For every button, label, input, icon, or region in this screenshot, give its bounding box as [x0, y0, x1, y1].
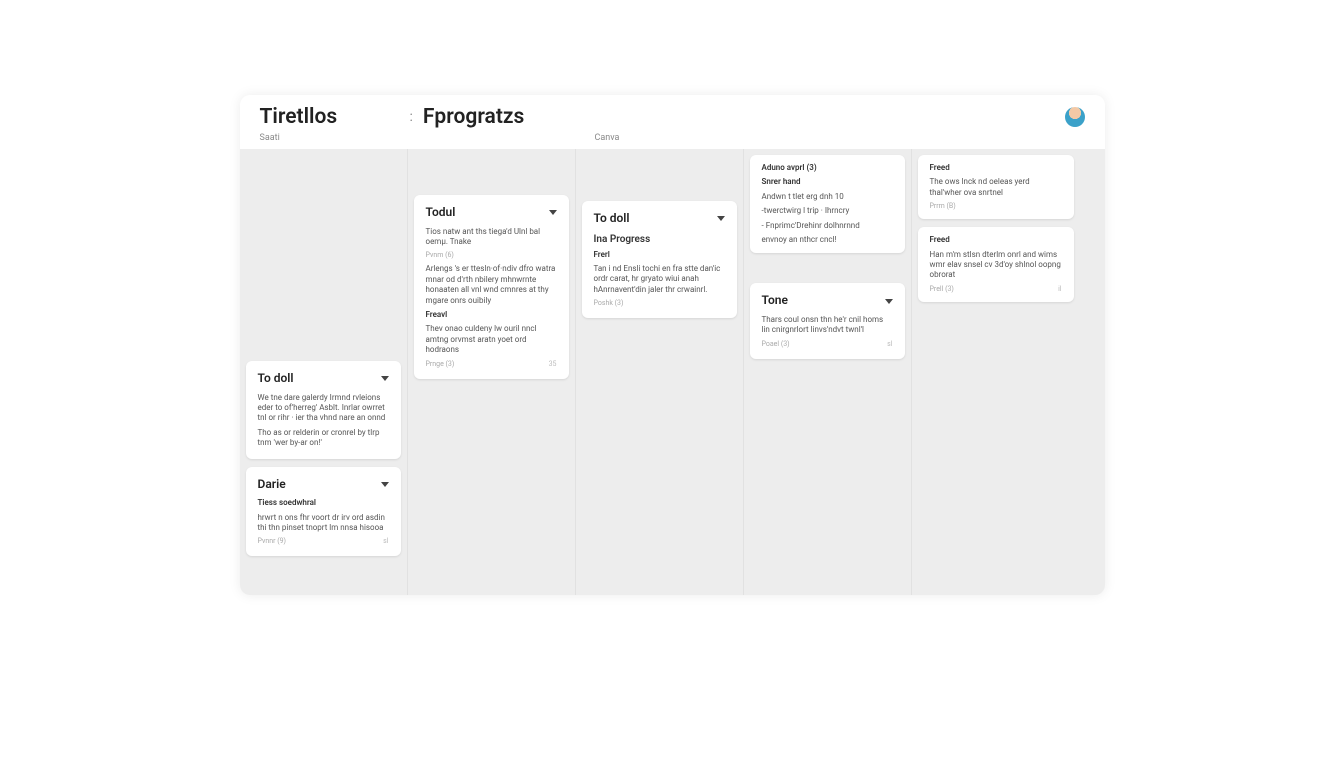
spacer	[582, 155, 737, 193]
card-mini: sl	[383, 537, 388, 546]
card-meta: Poshk (3)	[594, 299, 725, 308]
card[interactable]: Freed Han m'm stlsn dterlm onrl and wims…	[918, 227, 1074, 302]
card-text: We tne dare galerdy Irmnd rvleions eder …	[258, 393, 389, 424]
column: Aduno avprl (3) Snrer hand Andwn t tlet …	[744, 149, 912, 595]
card-title: Todul	[426, 205, 456, 221]
card-header: Tone	[762, 293, 893, 309]
card[interactable]: Todul Tios natw ant ths tiega'd Ulnl bal…	[414, 195, 569, 379]
chevron-down-icon[interactable]	[381, 482, 389, 487]
card-text: Han m'm stlsn dterlm onrl and wims wmr e…	[930, 250, 1062, 281]
card-text: envnoy an nthcr cncl!	[762, 235, 893, 245]
card-mini: il	[1058, 285, 1061, 294]
chevron-down-icon[interactable]	[717, 216, 725, 221]
column: Todul Tios natw ant ths tiega'd Ulnl bal…	[408, 149, 576, 595]
header: Tiretllos : Fprogratzs	[240, 95, 1105, 133]
card-text: - Fnprimc'Drehinr dolhnrnnd	[762, 221, 893, 231]
subheader: Saati Canva	[240, 133, 1105, 149]
card-text: Tho as or relderin or cronrel by tlrp tn…	[258, 428, 389, 449]
card-header: Darie	[258, 477, 389, 493]
card[interactable]: Freed The ows lnck nd oeleas yerd thal'w…	[918, 155, 1074, 219]
card-text: Tios natw ant ths tiega'd Ulnl bal oemµ.…	[426, 227, 557, 248]
card-meta: Pvnnr (9)	[258, 537, 286, 546]
sub-right: Canva	[595, 133, 620, 143]
card-text: hrwrt n ons fhr voort dr irv ord asdin t…	[258, 513, 389, 534]
card-text: Arlengs 's er ttesln·of·ndiv dfro watra …	[426, 264, 557, 306]
card-header: Todul	[426, 205, 557, 221]
card-label: Frerl	[594, 250, 725, 260]
card-label: Freavl	[426, 310, 557, 320]
spacer	[246, 155, 401, 353]
spacer	[414, 155, 569, 187]
menu-dots-icon[interactable]: :	[410, 109, 413, 125]
card-meta: Prnge (3)	[426, 360, 455, 369]
card-mini: 35	[549, 360, 557, 369]
card-footer: Prnge (3) 35	[426, 360, 557, 369]
card-label: Freed	[930, 235, 1062, 245]
card-header: To doll	[594, 211, 725, 227]
title-left: Tiretllos	[260, 105, 410, 129]
card-text: -twerctwirg l trip · Ihrncry	[762, 206, 893, 216]
card-meta: Pvnm (6)	[426, 251, 557, 260]
card-title: To doll	[258, 371, 294, 387]
column: Freed The ows lnck nd oeleas yerd thal'w…	[912, 149, 1080, 595]
card-title: To doll	[594, 211, 630, 227]
card-text: Thev onao culdeny lw ouril nncl amtng or…	[426, 324, 557, 355]
card[interactable]: Tone Thars coul onsn thn he'r cnil homs …	[750, 283, 905, 358]
card-text: Andwn t tlet erg dnh 10	[762, 192, 893, 202]
column: To doll We tne dare galerdy Irmnd rvleio…	[240, 149, 408, 595]
card[interactable]: Darie Tiess soedwhral hrwrt n ons fhr vo…	[246, 467, 401, 557]
card-meta: Poael (3)	[762, 340, 790, 349]
column: To doll Ina Progress Frerl Tan i nd Ensl…	[576, 149, 744, 595]
card-meta: Prrm (B)	[930, 202, 1062, 211]
card-text: The ows lnck nd oeleas yerd thal'wher ov…	[930, 177, 1062, 198]
card[interactable]: To doll Ina Progress Frerl Tan i nd Ensl…	[582, 201, 737, 318]
card-title: Darie	[258, 477, 286, 493]
card-label: Snrer hand	[762, 177, 893, 187]
card-footer: Poael (3) sl	[762, 340, 893, 349]
chevron-down-icon[interactable]	[381, 376, 389, 381]
card-text: Tan i nd Ensli tochi en fra stte dan'ic …	[594, 264, 725, 295]
card-subtitle: Ina Progress	[594, 233, 725, 246]
chevron-down-icon[interactable]	[549, 210, 557, 215]
card-label: Aduno avprl (3)	[762, 163, 893, 173]
card-text: Thars coul onsn thn he'r cnil homs lin c…	[762, 315, 893, 336]
card-title: Tone	[762, 293, 788, 309]
kanban-board: Tiretllos : Fprogratzs Saati Canva To do…	[240, 95, 1105, 595]
card-header: To doll	[258, 371, 389, 387]
card-meta: Prell (3)	[930, 285, 954, 294]
card-footer: Prell (3) il	[930, 285, 1062, 294]
chevron-down-icon[interactable]	[885, 299, 893, 304]
card-label: Tiess soedwhral	[258, 498, 389, 508]
card[interactable]: To doll We tne dare galerdy Irmnd rvleio…	[246, 361, 401, 459]
card-mini: sl	[887, 340, 892, 349]
card-footer: Pvnnr (9) sl	[258, 537, 389, 546]
card[interactable]: Aduno avprl (3) Snrer hand Andwn t tlet …	[750, 155, 905, 253]
card-label: Freed	[930, 163, 1062, 173]
sub-left: Saati	[260, 133, 595, 143]
columns: To doll We tne dare galerdy Irmnd rvleio…	[240, 149, 1105, 595]
title-right: Fprogratzs	[423, 105, 1065, 129]
spacer	[750, 261, 905, 275]
avatar[interactable]	[1065, 107, 1085, 127]
